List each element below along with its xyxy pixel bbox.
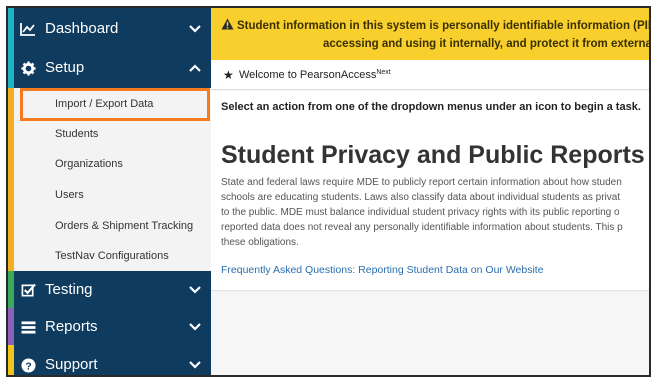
star-icon[interactable]: ★ [223,68,234,82]
sidebar-item-label: Setup [45,59,85,76]
faq-link[interactable]: Frequently Asked Questions: Reporting St… [221,264,544,276]
sidebar-item-setup[interactable]: Setup [8,49,211,87]
welcome-text: Welcome to PearsonAccessNext [239,69,391,81]
chevron-down-icon[interactable] [188,358,202,372]
question-circle-icon: ? [20,357,36,373]
paragraph-line: reported data does not reveal any person… [221,222,623,233]
welcome-superscript: Next [376,69,391,76]
sidebar-item-label: Testing [45,281,93,298]
sidebar-item-dashboard[interactable]: Dashboard [8,10,211,48]
warning-icon [221,18,234,33]
chevron-down-icon[interactable] [188,22,202,36]
sidebar-item-label: Dashboard [45,20,119,37]
instruction-text: Select an action from one of the dropdow… [221,101,641,113]
sidebar-item-testing[interactable]: Testing [8,271,211,309]
line-chart-icon [20,21,36,37]
submenu-item-organizations[interactable]: Organizations [14,149,211,179]
page-title: Student Privacy and Public Reports [221,141,645,169]
paragraph-line: schools are educating students. Laws als… [221,192,621,203]
chevron-down-icon[interactable] [188,320,202,334]
content-card: Select an action from one of the dropdow… [211,91,649,291]
banner-text-line-1: Student information in this system is pe… [237,20,651,32]
welcome-bar: ★ Welcome to PearsonAccessNext [211,60,649,90]
sidebar-item-label: Support [45,356,98,373]
sidebar-item-reports[interactable]: Reports [8,308,211,346]
paragraph-line: State and federal laws require MDE to pu… [221,177,622,188]
selection-highlight [20,88,210,121]
svg-text:?: ? [25,361,31,372]
sidebar-nav: Dashboard Setup Import / Export Data Stu… [8,8,211,375]
gear-icon [20,60,36,76]
submenu-item-testnav-configurations[interactable]: TestNav Configurations [14,241,211,271]
pii-warning-banner: Student information in this system is pe… [211,8,649,60]
main-panel: Student information in this system is pe… [211,8,649,375]
chevron-up-icon[interactable] [188,61,202,75]
submenu-item-users[interactable]: Users [14,180,211,210]
sidebar-item-support[interactable]: ? Support [8,346,211,375]
app-window: Dashboard Setup Import / Export Data Stu… [6,6,651,377]
sidebar-item-label: Reports [45,318,98,335]
paragraph-line: to the public. MDE must balance individu… [221,207,620,218]
banner-text-line-2: accessing and using it internally, and p… [323,38,651,50]
reports-icon [20,319,36,335]
chevron-down-icon[interactable] [188,283,202,297]
submenu-item-students[interactable]: Students [14,119,211,149]
paragraph-line: these obligations. [221,237,299,248]
checkbox-icon [20,282,36,298]
submenu-item-orders-shipment-tracking[interactable]: Orders & Shipment Tracking [14,211,211,241]
